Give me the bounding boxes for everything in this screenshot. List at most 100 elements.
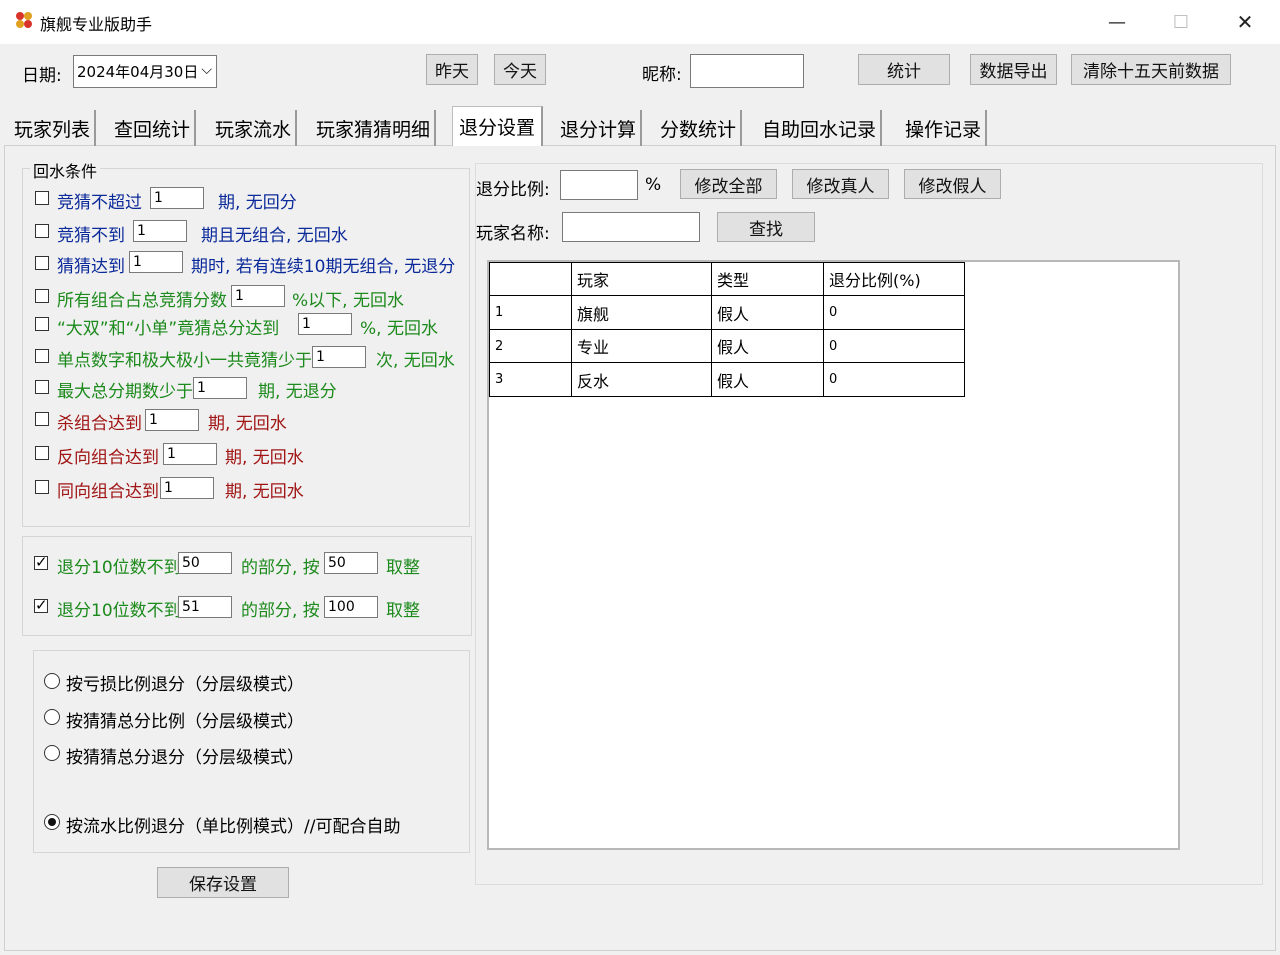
today-button[interactable]: 今天 — [494, 54, 546, 85]
condition-suffix: 期, 无回分 — [218, 193, 297, 213]
condition-value-input[interactable]: 1 — [133, 220, 187, 242]
rounding-checkbox[interactable] — [34, 553, 48, 571]
title-bar: 旗舰专业版助手 — ☐ ✕ — [0, 0, 1280, 44]
rounding-group — [22, 536, 472, 636]
condition-checkbox[interactable] — [35, 412, 49, 426]
condition-checkbox[interactable] — [35, 224, 49, 238]
table-cell: 反水 — [572, 363, 712, 397]
table-cell: 假人 — [712, 296, 824, 330]
tab-label: 退分设置 — [459, 117, 536, 139]
condition-suffix: 次, 无回水 — [376, 351, 455, 371]
export-button[interactable]: 数据导出 — [970, 54, 1057, 85]
tab-label: 玩家流水 — [215, 118, 292, 141]
tab-label: 玩家猜猜明细 — [316, 118, 431, 141]
ratio-label: 退分比例: — [476, 180, 550, 200]
app-logo-icon — [16, 12, 32, 28]
condition-value-input[interactable]: 1 — [129, 251, 183, 273]
rounding-threshold-input[interactable]: 51 — [178, 596, 232, 618]
minimize-button[interactable]: — — [1086, 0, 1148, 44]
maximize-button[interactable]: ☐ — [1150, 0, 1212, 44]
mode-label: 按流水比例退分（单比例模式）//可配合自助 — [66, 817, 401, 837]
rounding-step-input[interactable]: 100 — [324, 596, 378, 618]
mode-radio[interactable] — [44, 709, 60, 725]
mode-label: 按亏损比例退分（分层级模式） — [66, 675, 304, 695]
table-cell: 0 — [824, 296, 965, 330]
tab-player-flow[interactable]: 玩家流水 — [211, 110, 298, 146]
condition-checkbox[interactable] — [35, 446, 49, 460]
table-cell: 假人 — [712, 363, 824, 397]
condition-value-input[interactable]: 1 — [312, 346, 366, 368]
condition-checkbox[interactable] — [35, 191, 49, 205]
table-header-cell: 玩家 — [572, 262, 712, 296]
tab-refund-settings[interactable]: 退分设置 — [452, 106, 544, 146]
condition-checkbox[interactable] — [35, 480, 49, 494]
date-label: 日期: — [22, 66, 62, 86]
condition-value-input[interactable]: 1 — [298, 313, 352, 335]
chevron-down-icon: ⌵ — [201, 62, 212, 78]
nickname-input[interactable] — [690, 54, 804, 88]
date-picker[interactable]: 2024年04月30日 ⌵ — [73, 55, 217, 88]
modify-all-button[interactable]: 修改全部 — [680, 169, 777, 199]
rounding-prefix: 退分10位数不到 — [57, 558, 181, 578]
ratio-input[interactable] — [560, 170, 638, 200]
player-ratio-table[interactable]: 玩家 类型 退分比例(%) 1 旗舰 假人 0 2 专业 假人 0 3 反水 假… — [487, 260, 1180, 850]
condition-value-input[interactable]: 1 — [193, 377, 247, 399]
yesterday-button[interactable]: 昨天 — [426, 54, 478, 85]
tab-operation-log[interactable]: 操作记录 — [901, 110, 988, 146]
tab-score-stats[interactable]: 分数统计 — [656, 110, 743, 146]
tab-label: 自助回水记录 — [762, 118, 877, 141]
mode-radio[interactable] — [44, 745, 60, 761]
table-cell: 旗舰 — [572, 296, 712, 330]
condition-suffix: 期, 无退分 — [258, 382, 337, 402]
tab-self-rebate-log[interactable]: 自助回水记录 — [758, 110, 883, 146]
save-settings-button[interactable]: 保存设置 — [157, 867, 289, 898]
condition-value-input[interactable]: 1 — [150, 187, 204, 209]
window-title: 旗舰专业版助手 — [40, 15, 153, 34]
modify-fake-button[interactable]: 修改假人 — [904, 169, 1001, 199]
condition-checkbox[interactable] — [35, 317, 49, 331]
rounding-middle: 的部分, 按 — [241, 558, 320, 578]
table-header-cell — [489, 262, 572, 296]
player-name-input[interactable] — [562, 212, 700, 242]
tab-check-stats[interactable]: 查回统计 — [110, 110, 197, 146]
table-header-cell: 类型 — [712, 262, 824, 296]
rounding-checkbox[interactable] — [34, 596, 48, 614]
tab-guess-detail[interactable]: 玩家猜猜明细 — [312, 110, 437, 146]
condition-checkbox[interactable] — [35, 256, 49, 270]
clear-old-data-button[interactable]: 清除十五天前数据 — [1071, 54, 1231, 85]
find-button[interactable]: 查找 — [717, 212, 815, 242]
nickname-label: 昵称: — [642, 65, 682, 85]
condition-suffix: 期, 无回水 — [225, 448, 304, 468]
table-cell: 0 — [824, 330, 965, 363]
table-cell: 专业 — [572, 330, 712, 363]
rounding-middle: 的部分, 按 — [241, 601, 320, 621]
condition-value-input[interactable]: 1 — [160, 477, 214, 499]
mode-label: 按猜猜总分比例（分层级模式） — [66, 712, 304, 732]
condition-value-input[interactable]: 1 — [163, 443, 217, 465]
condition-prefix: 竞猜不超过 — [57, 193, 142, 213]
rounding-step-input[interactable]: 50 — [324, 552, 378, 574]
tab-refund-calc[interactable]: 退分计算 — [556, 110, 643, 146]
condition-prefix: 竞猜不到 — [57, 226, 125, 246]
rounding-threshold-input[interactable]: 50 — [178, 552, 232, 574]
mode-radio[interactable] — [44, 814, 60, 830]
stats-button[interactable]: 统计 — [858, 54, 950, 85]
maximize-icon: ☐ — [1172, 11, 1190, 33]
mode-radio[interactable] — [44, 673, 60, 689]
condition-checkbox[interactable] — [35, 349, 49, 363]
condition-checkbox[interactable] — [35, 289, 49, 303]
table-cell: 2 — [489, 330, 572, 363]
close-button[interactable]: ✕ — [1214, 0, 1276, 44]
condition-checkbox[interactable] — [35, 380, 49, 394]
tab-label: 查回统计 — [114, 118, 191, 141]
condition-value-input[interactable]: 1 — [145, 409, 199, 431]
condition-value-input[interactable]: 1 — [231, 285, 285, 307]
mode-label: 按猜猜总分退分（分层级模式） — [66, 748, 304, 768]
modify-real-button[interactable]: 修改真人 — [792, 169, 889, 199]
condition-prefix: 反向组合达到 — [57, 448, 159, 468]
table-cell: 0 — [824, 363, 965, 397]
condition-suffix: 期, 无回水 — [208, 414, 287, 434]
condition-suffix: 期, 无回水 — [225, 482, 304, 502]
tab-player-list[interactable]: 玩家列表 — [10, 110, 97, 146]
date-value: 2024年04月30日 — [77, 63, 199, 81]
